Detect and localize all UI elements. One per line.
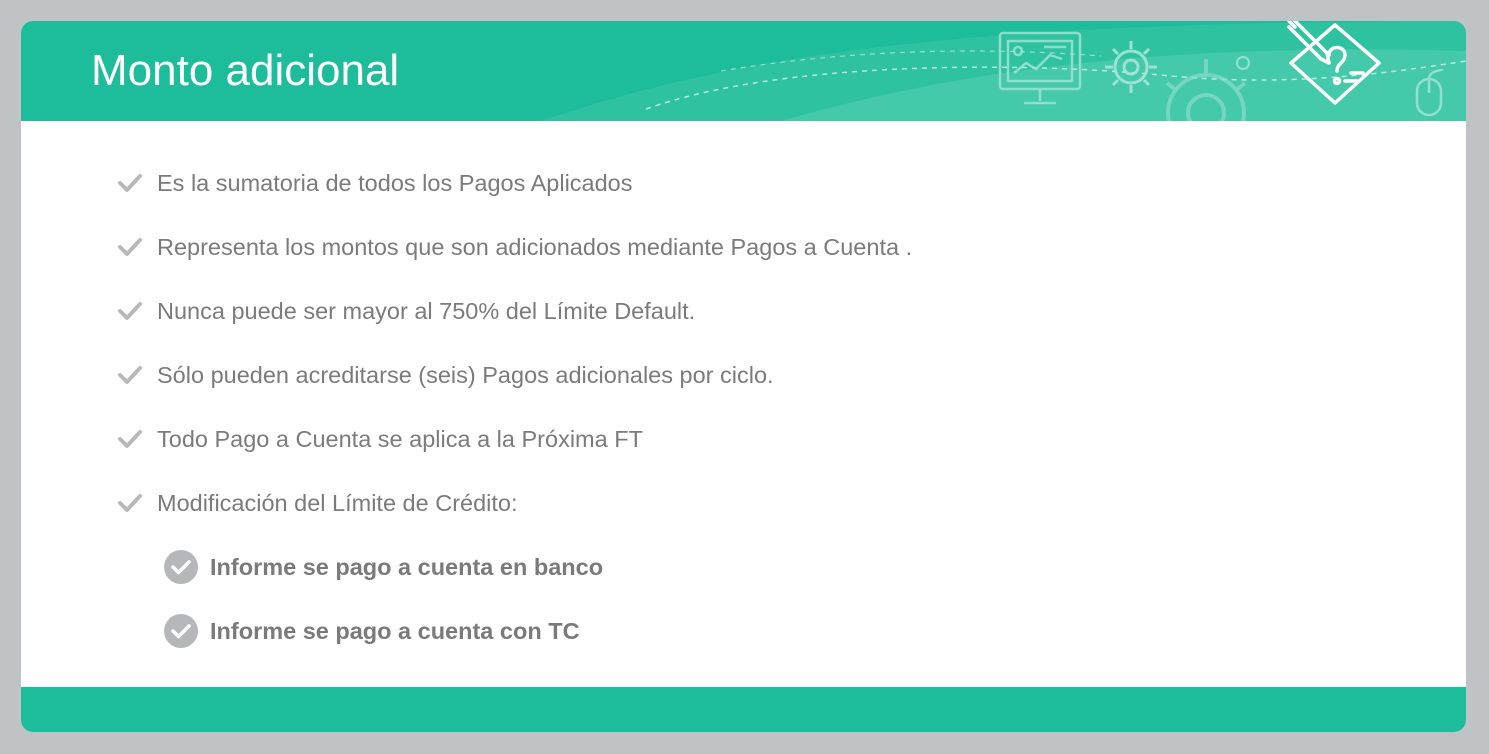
bullet-text: Nunca puede ser mayor al 750% del Límite… (157, 297, 696, 324)
large-gear-icon (1165, 56, 1250, 121)
bullet-item: Modificación del Límite de Crédito: (117, 488, 518, 518)
check-icon (117, 170, 143, 196)
bullet-item: Es la sumatoria de todos los Pagos Aplic… (117, 168, 633, 198)
footer-bar (21, 687, 1466, 732)
bullet-text: Todo Pago a Cuenta se aplica a la Próxim… (157, 425, 643, 452)
check-icon (117, 490, 143, 516)
slide: Monto adicional Es la sumatoria de todos… (21, 21, 1466, 732)
bullet-text: Sólo pueden acreditarse (seis) Pagos adi… (157, 361, 774, 388)
bullet-item: Todo Pago a Cuenta se aplica a la Próxim… (117, 424, 643, 454)
sub-bullet-text: Informe se pago a cuenta en banco (210, 553, 604, 580)
bullet-item: Representa los montos que son adicionado… (117, 232, 912, 262)
bullet-text: Representa los montos que son adicionado… (157, 233, 913, 260)
header-banner: Monto adicional (21, 21, 1466, 121)
bullet-text: Modificación del Límite de Crédito: (157, 489, 518, 516)
mouse-icon (1415, 69, 1444, 117)
check-icon (117, 426, 143, 452)
sub-bullet-item: Informe se pago a cuenta con TC (164, 613, 580, 649)
check-icon (117, 234, 143, 260)
slide-content: Es la sumatoria de todos los Pagos Aplic… (21, 121, 1466, 687)
sub-bullet-item: Informe se pago a cuenta en banco (164, 549, 603, 585)
slide-title: Monto adicional (91, 46, 400, 95)
bullet-item: Sólo pueden acreditarse (seis) Pagos adi… (117, 360, 774, 390)
circle-check-icon (164, 550, 198, 584)
pencil-document-icon (1287, 21, 1381, 105)
sub-bullet-text: Informe se pago a cuenta con TC (210, 617, 580, 644)
bullet-text: Es la sumatoria de todos los Pagos Aplic… (157, 169, 633, 196)
check-icon (117, 362, 143, 388)
check-icon (117, 298, 143, 324)
presentation-board-icon (998, 31, 1082, 105)
circle-check-icon (164, 614, 198, 648)
bullet-item: Nunca puede ser mayor al 750% del Límite… (117, 296, 695, 326)
